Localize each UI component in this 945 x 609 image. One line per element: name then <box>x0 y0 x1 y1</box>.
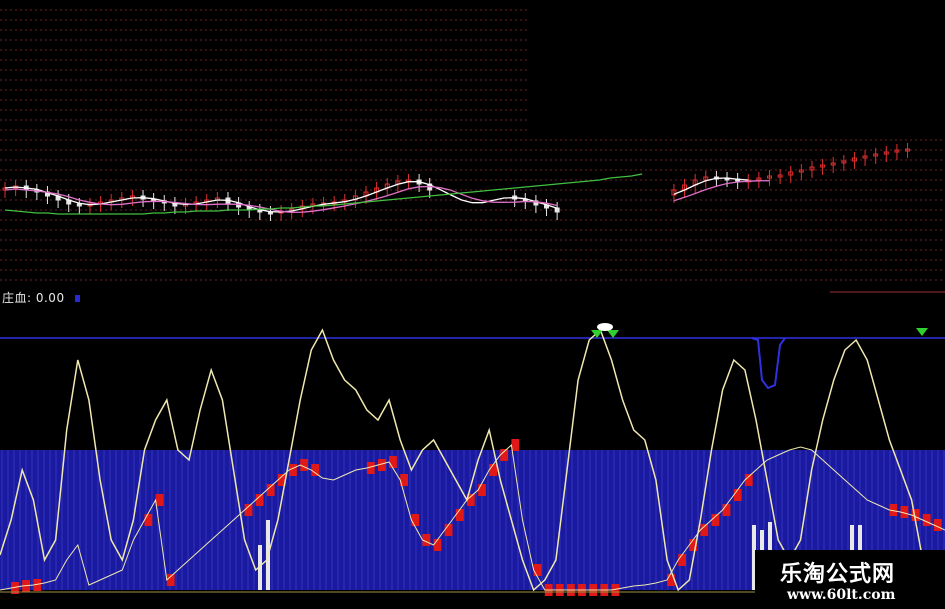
watermark-title: 乐淘公式网 <box>780 562 896 587</box>
red-step <box>533 564 542 576</box>
chart-canvas <box>0 9 945 601</box>
watermark: 乐淘公式网 www.60lt.com <box>755 550 945 609</box>
red-step <box>433 539 442 551</box>
candle-body <box>554 207 560 213</box>
candlesticks <box>2 143 911 221</box>
red-step <box>722 504 731 516</box>
red-step <box>744 474 753 486</box>
red-step <box>255 494 264 506</box>
red-step <box>511 439 520 451</box>
indicator-value-text: 庄血: 0.00 <box>2 291 65 305</box>
red-step <box>678 554 686 566</box>
red-step <box>166 574 175 586</box>
green-marker <box>916 328 928 336</box>
ma-mid-line <box>673 180 770 202</box>
watermark-url: www.60lt.com <box>787 587 896 603</box>
red-step <box>700 524 709 536</box>
red-step <box>500 449 509 461</box>
red-step <box>266 484 275 496</box>
red-step <box>155 494 164 506</box>
candle-body <box>76 203 82 207</box>
red-step <box>389 456 397 468</box>
red-step <box>478 484 486 496</box>
stock-chart: 庄血: 0.00 乐淘公式网 www.60lt.com <box>0 0 945 609</box>
red-step <box>455 509 464 521</box>
blue-dip-line <box>751 337 786 390</box>
red-step <box>444 524 453 536</box>
indicator-color-square <box>74 295 80 302</box>
red-step <box>733 489 742 501</box>
red-step <box>244 504 253 516</box>
price-grid <box>0 9 945 293</box>
red-step <box>144 514 153 526</box>
red-step <box>489 464 497 476</box>
red-step <box>711 514 720 526</box>
red-step <box>411 514 420 526</box>
indicator-label: 庄血: 0.00 <box>2 289 80 306</box>
green-marker <box>607 330 619 338</box>
white-marker <box>597 323 613 331</box>
